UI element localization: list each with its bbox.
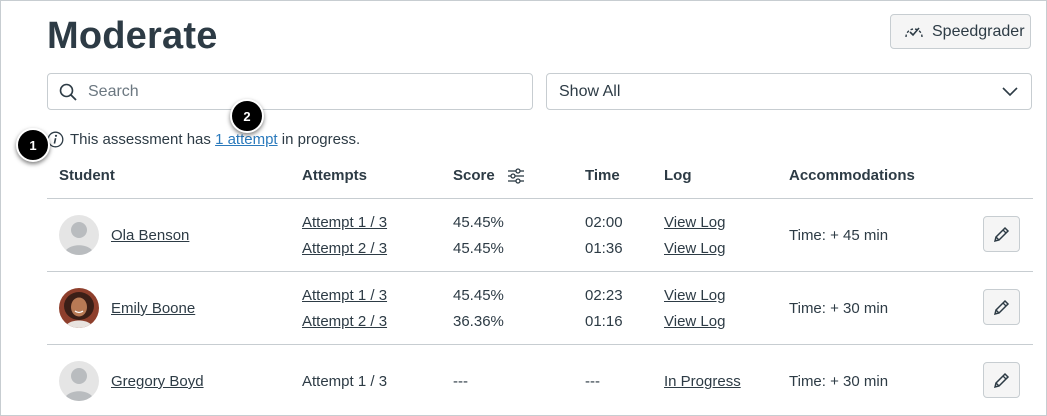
filter-selected-value: Show All [559, 82, 621, 100]
header-divider [47, 198, 1033, 199]
time-value: 02:00 [585, 214, 623, 231]
view-log-link[interactable]: View Log [664, 214, 725, 231]
accommodation-value: Time: + 30 min [789, 373, 889, 390]
column-header-log: Log [664, 167, 692, 184]
notice-prefix: This assessment has [70, 131, 216, 148]
time-value: 01:36 [585, 240, 623, 257]
search-field[interactable] [47, 73, 533, 110]
callout-badge-1: 1 [16, 128, 50, 162]
time-value: 02:23 [585, 287, 623, 304]
filter-select[interactable]: Show All [546, 73, 1032, 110]
score-value: 36.36% [453, 313, 504, 330]
chevron-down-icon [1002, 86, 1018, 97]
time-value: --- [585, 373, 600, 390]
search-icon [59, 83, 77, 101]
student-link[interactable]: Emily Boone [111, 300, 195, 317]
view-log-link[interactable]: View Log [664, 313, 725, 330]
speedgrader-button[interactable]: Speedgrader [890, 14, 1031, 49]
moderate-page: Moderate Speedgrader Show All This asses… [0, 0, 1047, 416]
attempt-link[interactable]: Attempt 2 / 3 [302, 240, 387, 257]
attempt-link[interactable]: Attempt 1 / 3 [302, 287, 387, 304]
attempt-link[interactable]: Attempt 1 / 3 [302, 214, 387, 231]
sliders-icon[interactable] [507, 167, 525, 184]
attempt-value: Attempt 1 / 3 [302, 373, 388, 390]
column-header-student: Student [59, 167, 115, 184]
pencil-icon [992, 224, 1012, 244]
view-log-link[interactable]: View Log [664, 287, 725, 304]
score-value: 45.45% [453, 240, 504, 257]
in-progress-link[interactable]: In Progress [664, 373, 741, 390]
callout-badge-2: 2 [230, 99, 264, 133]
student-link[interactable]: Gregory Boyd [111, 373, 204, 390]
score-value: --- [453, 373, 468, 390]
column-header-accommodations: Accommodations [789, 167, 915, 184]
student-link[interactable]: Ola Benson [111, 227, 189, 244]
speedgrader-icon [903, 23, 925, 41]
row-divider [47, 271, 1033, 272]
avatar [59, 361, 99, 401]
speedgrader-label: Speedgrader [932, 22, 1025, 40]
view-log-link[interactable]: View Log [664, 240, 725, 257]
edit-accommodation-button[interactable] [983, 289, 1020, 325]
edit-accommodation-button[interactable] [983, 216, 1020, 252]
page-title: Moderate [47, 15, 218, 57]
score-value: 45.45% [453, 214, 504, 231]
attempt-link[interactable]: 1 attempt [215, 131, 278, 148]
column-header-score: Score [453, 167, 525, 184]
accommodation-value: Time: + 30 min [789, 300, 889, 317]
column-header-time: Time [585, 167, 620, 184]
column-header-attempts: Attempts [302, 167, 368, 184]
accommodation-value: Time: + 45 min [789, 227, 889, 244]
time-value: 01:16 [585, 313, 623, 330]
edit-accommodation-button[interactable] [983, 362, 1020, 398]
notice-suffix: in progress. [277, 131, 361, 148]
pencil-icon [992, 297, 1012, 317]
score-value: 45.45% [453, 287, 504, 304]
in-progress-notice: This assessment has 1 attempt in progres… [47, 131, 360, 148]
score-header-label: Score [453, 167, 495, 184]
avatar [59, 215, 99, 255]
search-input[interactable] [86, 81, 510, 102]
attempt-link[interactable]: Attempt 2 / 3 [302, 313, 387, 330]
pencil-icon [992, 370, 1012, 390]
avatar [59, 288, 99, 328]
row-divider [47, 344, 1033, 345]
